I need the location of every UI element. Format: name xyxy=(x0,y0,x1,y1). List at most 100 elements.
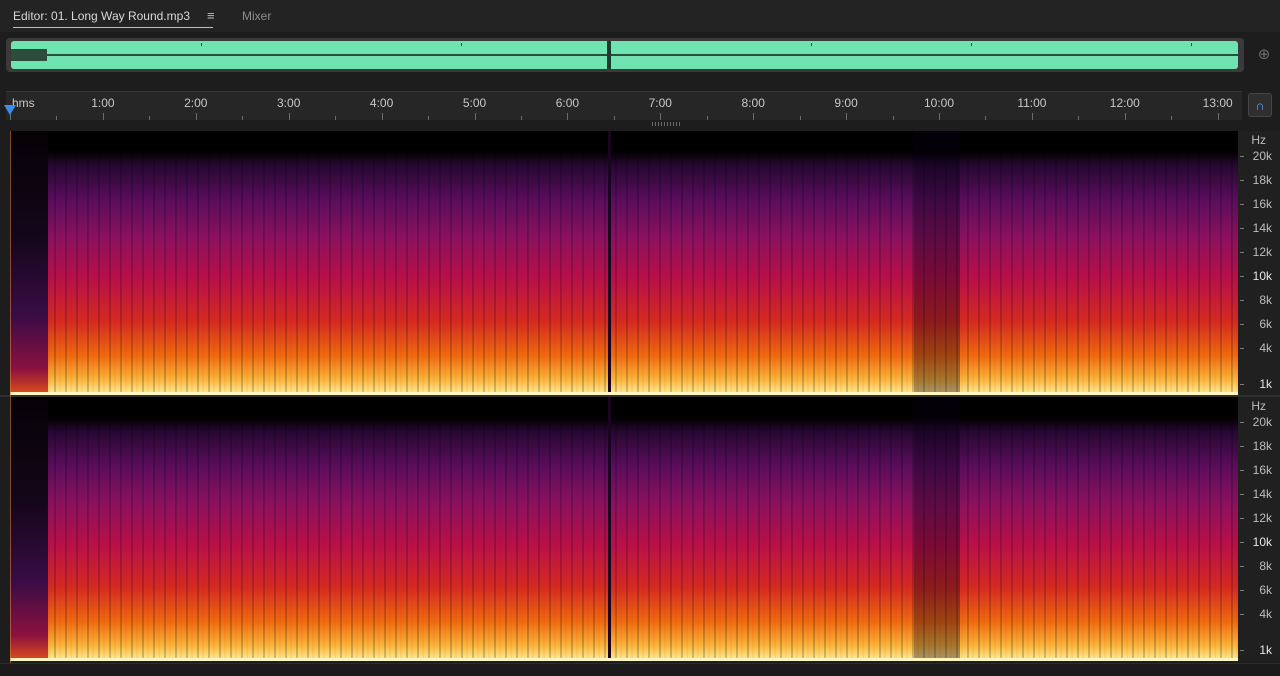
spectrogram-texture xyxy=(10,397,1238,661)
frequency-tick xyxy=(1240,324,1244,325)
spectrogram-intro-region xyxy=(10,131,48,395)
frequency-label: 10k xyxy=(1252,535,1272,549)
frequency-tick xyxy=(1240,180,1244,181)
ruler-time-label: 5:00 xyxy=(462,96,487,110)
ruler-tick xyxy=(613,116,615,120)
frequency-tick xyxy=(1240,590,1244,591)
frequency-tick xyxy=(1240,348,1244,349)
ruler-tick xyxy=(1124,113,1126,120)
overview-waveform-display[interactable] xyxy=(11,41,1238,69)
frequency-label: 6k xyxy=(1259,317,1272,331)
overview-silence-marker xyxy=(607,41,611,69)
editor-bottom-bar xyxy=(0,663,1280,676)
overview-wave xyxy=(11,54,1238,56)
panel-menu-icon[interactable]: ≡ xyxy=(207,8,215,24)
frequency-tick xyxy=(1240,518,1244,519)
frequency-label: 8k xyxy=(1259,559,1272,573)
ruler-tick xyxy=(288,113,290,120)
tab-editor-label: Editor: 01. Long Way Round.mp3 xyxy=(13,9,190,23)
frequency-axis-left-channel[interactable]: Hz 20k 18k 16k 14k 12k 10k 8k 6k 4k 1k xyxy=(1238,131,1280,395)
overview-peak-mark xyxy=(201,43,202,46)
overview-peak-mark xyxy=(1191,43,1192,46)
ruler-time-label: 4:00 xyxy=(369,96,394,110)
frequency-label: 12k xyxy=(1252,245,1272,259)
ruler-tick xyxy=(892,116,894,120)
ruler-tick xyxy=(428,116,430,120)
panel-resize-grip[interactable] xyxy=(652,122,680,126)
ruler-tick xyxy=(846,113,848,120)
ruler-time-label: 9:00 xyxy=(834,96,858,110)
spectral-display-left-channel[interactable] xyxy=(10,131,1238,395)
frequency-label: 1k xyxy=(1259,377,1272,391)
frequency-label: 20k xyxy=(1252,415,1272,429)
frequency-tick xyxy=(1240,252,1244,253)
spectrogram-low-band xyxy=(10,658,1238,661)
frequency-label: 16k xyxy=(1252,197,1272,211)
frequency-tick xyxy=(1240,542,1244,543)
frequency-label: 4k xyxy=(1259,607,1272,621)
waveform-overview[interactable] xyxy=(6,38,1244,72)
ruler-tick xyxy=(939,113,940,120)
ruler-time-label: 8:00 xyxy=(741,96,765,110)
spectrogram-texture xyxy=(10,131,1238,395)
frequency-tick xyxy=(1240,470,1244,471)
frequency-tick xyxy=(1240,384,1244,385)
spectrogram-silence-gap xyxy=(608,131,611,395)
spectrogram-intro-region xyxy=(10,397,48,661)
active-tab-underline xyxy=(13,27,213,28)
frequency-label: 18k xyxy=(1252,173,1272,187)
frequency-axis-right-channel[interactable]: Hz 20k 18k 16k 14k 12k 10k 8k 6k 4k 1k xyxy=(1238,397,1280,661)
ruler-tick xyxy=(1031,113,1033,120)
frequency-label: 16k xyxy=(1252,463,1272,477)
frequency-tick xyxy=(1240,650,1244,651)
ruler-tick xyxy=(381,113,383,120)
ruler-time-label: 11:00 xyxy=(1017,96,1047,110)
zoom-selection-icon[interactable]: ⊕ xyxy=(1254,45,1274,65)
frequency-label: 6k xyxy=(1259,583,1272,597)
frequency-label: 4k xyxy=(1259,341,1272,355)
spectrogram-quiet-region xyxy=(914,397,960,661)
frequency-tick xyxy=(1240,228,1244,229)
ruler-time-label: 2:00 xyxy=(184,96,208,110)
playhead-marker[interactable] xyxy=(4,105,16,115)
ruler-time-label: 12:00 xyxy=(1109,96,1140,110)
ruler-tick xyxy=(335,116,337,120)
ruler-tick xyxy=(474,113,476,120)
frequency-label: 10k xyxy=(1252,269,1272,283)
frequency-tick xyxy=(1240,494,1244,495)
ruler-tick xyxy=(985,116,987,120)
magnet-icon[interactable]: ∩ xyxy=(1248,93,1272,117)
ruler-tick xyxy=(56,116,58,120)
tab-editor[interactable]: Editor: 01. Long Way Round.mp3 ≡ xyxy=(13,8,215,28)
frequency-tick xyxy=(1240,204,1244,205)
ruler-time-label: 10:00 xyxy=(923,96,955,110)
ruler-tick xyxy=(149,116,151,120)
overview-peak-mark xyxy=(971,43,972,46)
frequency-unit-label: Hz xyxy=(1251,133,1266,147)
frequency-tick xyxy=(1240,276,1244,277)
ruler-time-label: 6:00 xyxy=(555,96,580,110)
panel-tab-bar: Editor: 01. Long Way Round.mp3 ≡ Mixer xyxy=(0,0,1280,32)
frequency-tick xyxy=(1240,422,1244,423)
overview-peak-mark xyxy=(461,43,462,46)
time-ruler[interactable]: hms 1:00 2:00 3:00 4:00 5:00 6:00 7:00 8:00 9:00… xyxy=(6,91,1242,120)
ruler-tick xyxy=(799,116,801,120)
frequency-unit-label: Hz xyxy=(1251,399,1266,413)
tab-mixer[interactable]: Mixer xyxy=(242,8,271,24)
ruler-time-label: 1:00 xyxy=(91,96,115,110)
ruler-time-label: 7:00 xyxy=(648,96,672,110)
frequency-label: 12k xyxy=(1252,511,1272,525)
frequency-tick xyxy=(1240,156,1244,157)
ruler-tick xyxy=(660,113,662,120)
frequency-label: 1k xyxy=(1259,643,1272,657)
frequency-label: 14k xyxy=(1252,487,1272,501)
spectral-display-right-channel[interactable] xyxy=(10,397,1238,661)
ruler-time-label: 3:00 xyxy=(277,96,301,110)
ruler-tick xyxy=(1171,116,1173,120)
spectrogram-quiet-region xyxy=(914,131,960,395)
ruler-tick xyxy=(753,113,755,120)
spectrogram-cutoff xyxy=(10,397,1238,427)
frequency-label: 20k xyxy=(1252,149,1272,163)
current-time-indicator[interactable] xyxy=(10,131,11,663)
ruler-tick xyxy=(520,116,522,120)
